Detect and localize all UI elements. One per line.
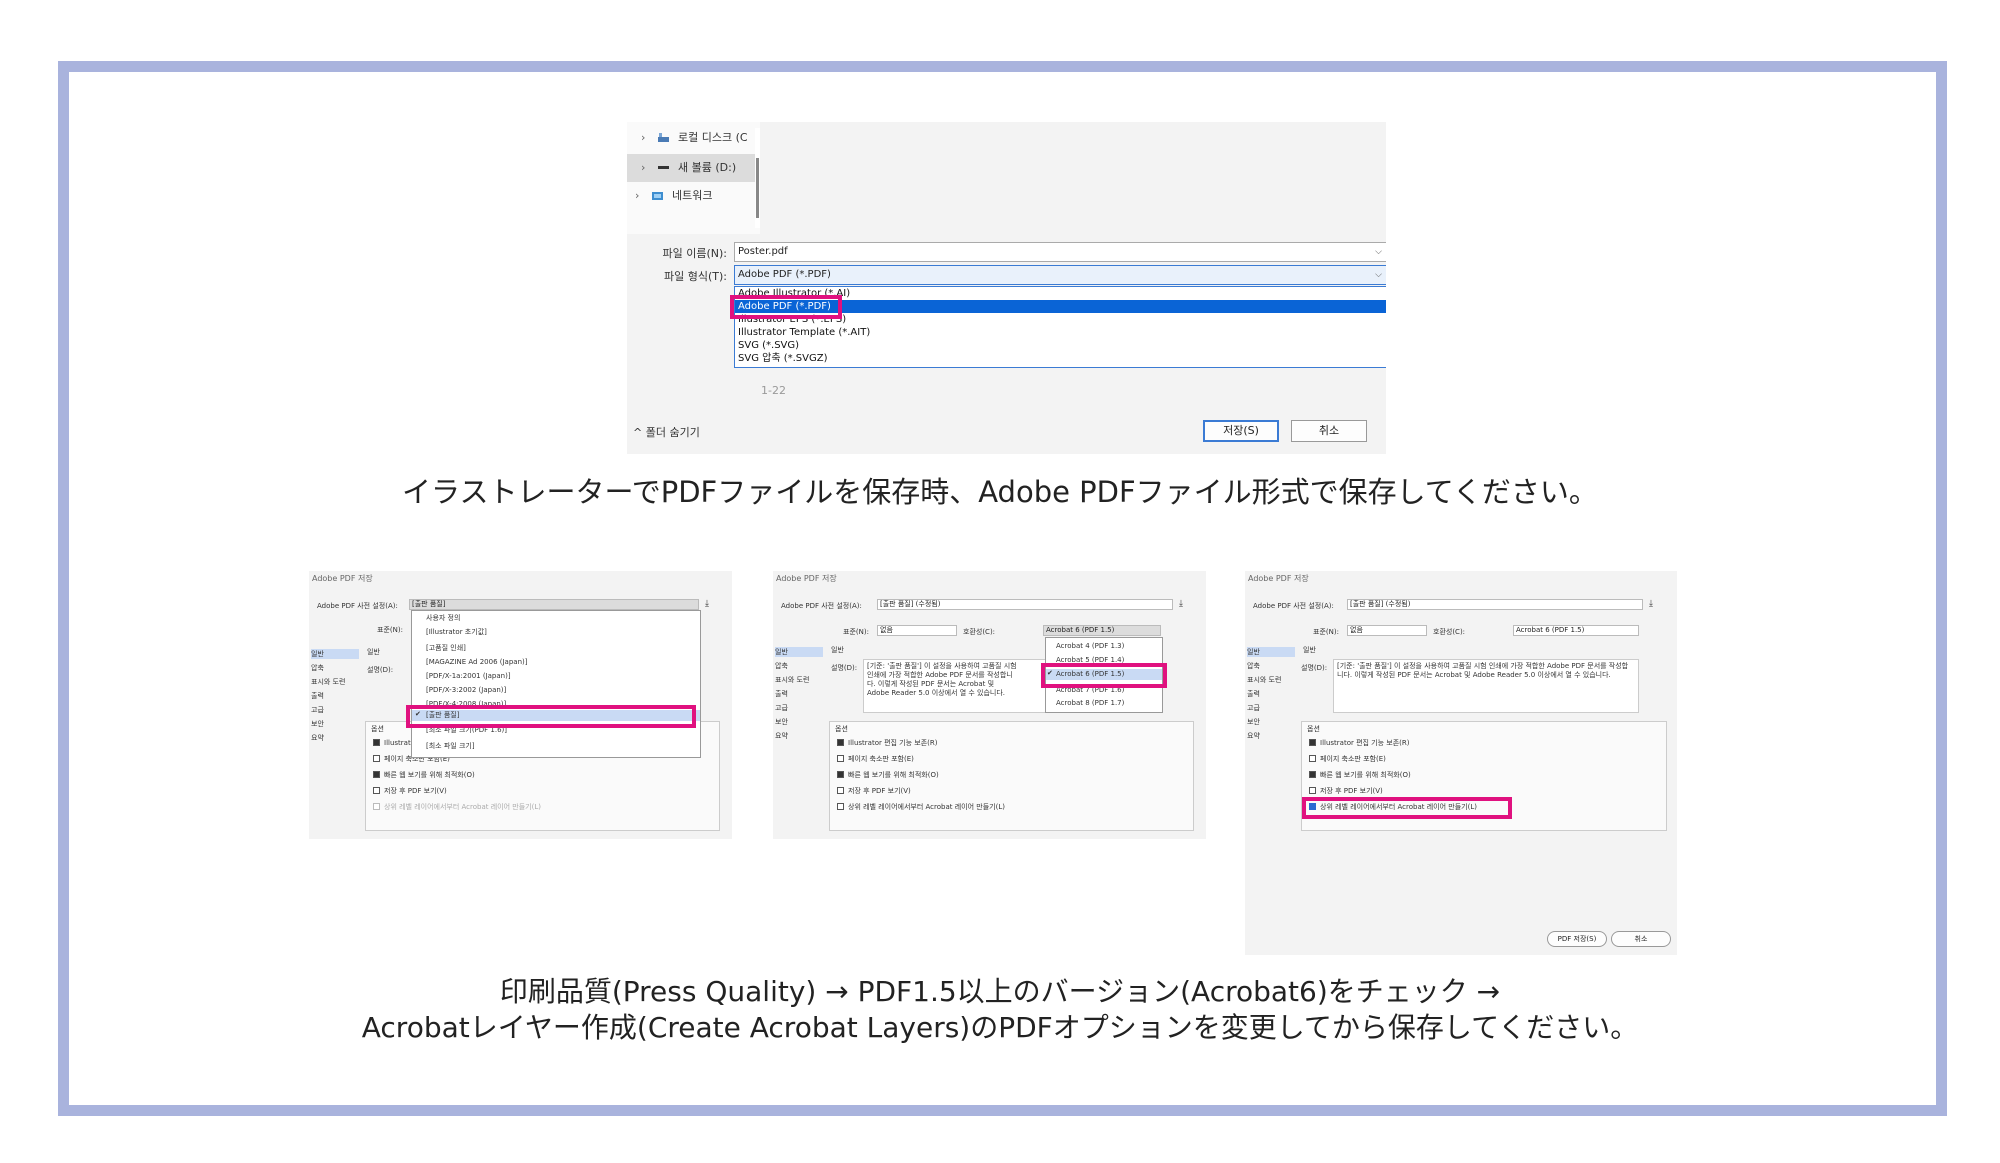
save-pdf-button[interactable]: PDF 저장(S) (1547, 931, 1607, 947)
chevron-right-icon: › (641, 131, 646, 144)
checkbox[interactable] (373, 739, 380, 746)
checkbox[interactable] (837, 771, 844, 778)
checkbox[interactable] (1309, 739, 1316, 746)
highlight-box (1041, 663, 1167, 688)
standard-select[interactable]: 없음 (877, 625, 957, 636)
chevron-down-icon: ⌵ (1375, 247, 1382, 257)
filename-field[interactable]: Poster.pdf ⌵ (734, 242, 1386, 262)
chevron-right-icon: › (635, 189, 640, 202)
save-button[interactable]: 저장(S) (1203, 420, 1279, 442)
preset-select[interactable]: [출판 품질] (409, 599, 699, 610)
filetype-label: 파일 형식(T): (664, 270, 727, 283)
chevron-down-icon: ⌵ (1375, 270, 1382, 280)
checkbox[interactable] (1309, 755, 1316, 762)
pdf-dialog-compat-screenshot: Adobe PDF 저장 Adobe PDF 사전 설정(A): [출판 품질]… (773, 571, 1206, 839)
save-dialog-screenshot: › 로컬 디스크 (C › 새 볼륨 (D:) › 네트워크 파일 이름(N):… (627, 122, 1386, 454)
cancel-button[interactable]: 취소 (1611, 931, 1671, 947)
checkbox[interactable] (837, 739, 844, 746)
caption-2-line-1: 印刷品質(Press Quality) → PDF1.5以上のバージョン(Acr… (499, 975, 1501, 1008)
caption-1: イラストレーターでPDFファイルを保存時、Adobe PDFファイル形式で保存し… (402, 475, 1598, 509)
compat-select[interactable]: Acrobat 6 (PDF 1.5) (1513, 625, 1639, 636)
highlight-box (406, 705, 696, 728)
checkbox[interactable] (373, 771, 380, 778)
checkbox[interactable] (373, 755, 380, 762)
tree-item-local-disk[interactable]: › 로컬 디스크 (C (627, 124, 760, 152)
tree-item-volume-d[interactable]: › 새 볼륨 (D:) (627, 154, 760, 182)
save-preset-icon[interactable]: ⤓ (705, 599, 709, 609)
checkbox[interactable] (373, 803, 380, 810)
folder-tree: › 로컬 디스크 (C › 새 볼륨 (D:) › 네트워크 (627, 122, 760, 234)
caption-2-line-2: Acrobatレイヤー作成(Create Acrobat Layers)のPDF… (361, 1011, 1639, 1044)
standard-select[interactable]: 없음 (1347, 625, 1427, 636)
checkbox[interactable] (1309, 771, 1316, 778)
hide-folders-toggle[interactable]: ^ 폴더 숨기기 (633, 424, 700, 440)
preset-select[interactable]: [출판 품질] (수정됨) (1347, 599, 1643, 610)
preset-dropdown-list: 사용자 정의 [Illustrator 초기값] [고품질 인쇄] [MAGAZ… (411, 610, 701, 758)
side-tab-general[interactable]: 일반 (311, 649, 359, 659)
filetype-option[interactable]: SVG 압축 (*.SVGZ) (735, 352, 1386, 365)
network-icon (652, 192, 663, 200)
pdf-dialog-presets-screenshot: Adobe PDF 저장 Adobe PDF 사전 설정(A): [출판 품질]… (309, 571, 732, 839)
volume-icon (658, 166, 669, 169)
tree-scrollbar[interactable] (755, 128, 760, 228)
drive-icon (658, 133, 669, 142)
range-value: 1-22 (761, 384, 786, 397)
compat-select[interactable]: Acrobat 6 (PDF 1.5) (1043, 625, 1161, 636)
preset-select[interactable]: [출판 품질] (수정됨) (877, 599, 1173, 610)
checkbox[interactable] (837, 803, 844, 810)
save-preset-icon[interactable]: ⤓ (1649, 599, 1653, 609)
filename-label: 파일 이름(N): (662, 247, 728, 260)
filetype-option[interactable]: Illustrator Template (*.AIT) (735, 326, 1386, 339)
highlight-box (730, 295, 842, 319)
description-box: [기준: '출판 품질'] 이 설정을 사용하여 고품질 시험 인쇄에 가장 적… (1333, 659, 1639, 713)
filetype-select[interactable]: Adobe PDF (*.PDF) ⌵ (734, 265, 1386, 285)
cancel-button[interactable]: 취소 (1291, 420, 1367, 442)
checkbox[interactable] (373, 787, 380, 794)
chevron-right-icon: › (641, 161, 646, 174)
checkbox[interactable] (1309, 787, 1316, 794)
save-preset-icon[interactable]: ⤓ (1179, 599, 1183, 609)
tree-item-network[interactable]: › 네트워크 (627, 182, 760, 210)
pdf-dialog-layers-screenshot: Adobe PDF 저장 Adobe PDF 사전 설정(A): [출판 품질]… (1245, 571, 1677, 955)
checkbox[interactable] (837, 755, 844, 762)
checkbox[interactable] (837, 787, 844, 794)
highlight-box (1302, 797, 1512, 819)
filetype-option[interactable]: SVG (*.SVG) (735, 339, 1386, 352)
